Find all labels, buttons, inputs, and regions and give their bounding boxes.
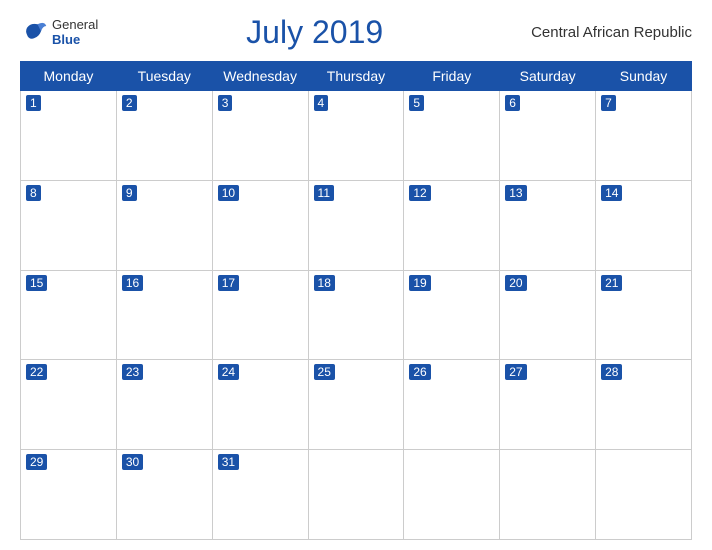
day-number: 25 [314,364,335,380]
calendar-header: General Blue July 2019 Central African R… [20,10,692,55]
calendar-day-cell: 3 [212,91,308,181]
calendar-day-cell: 11 [308,180,404,270]
calendar-title: July 2019 [98,14,531,51]
calendar-day-cell: 31 [212,450,308,540]
calendar-day-cell: 21 [596,270,692,360]
calendar-day-cell: 17 [212,270,308,360]
calendar-day-cell: 7 [596,91,692,181]
weekday-header: Monday [21,62,117,91]
day-number: 20 [505,275,526,291]
day-number: 5 [409,95,424,111]
day-number: 15 [26,275,47,291]
day-number: 18 [314,275,335,291]
calendar-day-cell: 29 [21,450,117,540]
calendar-week-row: 8 9 10 11 12 13 14 [21,180,692,270]
calendar-day-cell: 8 [21,180,117,270]
day-number: 26 [409,364,430,380]
day-number: 21 [601,275,622,291]
calendar-day-cell: 25 [308,360,404,450]
calendar-day-cell [596,450,692,540]
day-number: 24 [218,364,239,380]
day-number: 1 [26,95,41,111]
calendar-day-cell: 15 [21,270,117,360]
calendar-day-cell [404,450,500,540]
weekday-header: Thursday [308,62,404,91]
calendar-day-cell: 5 [404,91,500,181]
calendar-day-cell: 13 [500,180,596,270]
calendar-day-cell [500,450,596,540]
calendar-body: 1234567891011121314151617181920212223242… [21,91,692,540]
logo: General Blue [20,18,98,47]
calendar-day-cell: 27 [500,360,596,450]
day-number: 10 [218,185,239,201]
calendar-day-cell: 18 [308,270,404,360]
calendar-day-cell: 16 [116,270,212,360]
calendar-day-cell: 12 [404,180,500,270]
day-number: 22 [26,364,47,380]
day-number: 4 [314,95,329,111]
calendar-day-cell: 26 [404,360,500,450]
calendar-day-cell: 23 [116,360,212,450]
logo-blue: Blue [52,33,98,47]
day-number: 11 [314,185,334,201]
calendar-day-cell: 30 [116,450,212,540]
weekday-header: Friday [404,62,500,91]
calendar-week-row: 1 2 3 4 5 6 7 [21,91,692,181]
logo-general: General [52,18,98,32]
calendar-day-cell: 14 [596,180,692,270]
calendar-day-cell: 24 [212,360,308,450]
day-number: 23 [122,364,143,380]
weekday-header: Tuesday [116,62,212,91]
weekday-header: Sunday [596,62,692,91]
calendar-day-cell: 2 [116,91,212,181]
calendar-day-cell: 20 [500,270,596,360]
day-number: 29 [26,454,47,470]
day-number: 9 [122,185,137,201]
day-number: 19 [409,275,430,291]
day-number: 28 [601,364,622,380]
calendar-header-row: MondayTuesdayWednesdayThursdayFridaySatu… [21,62,692,91]
day-number: 3 [218,95,233,111]
calendar-day-cell: 1 [21,91,117,181]
day-number: 17 [218,275,239,291]
calendar-day-cell: 28 [596,360,692,450]
logo-bird-icon [20,19,48,47]
calendar-table: MondayTuesdayWednesdayThursdayFridaySatu… [20,61,692,540]
day-number: 14 [601,185,622,201]
day-number: 8 [26,185,41,201]
calendar-subtitle: Central African Republic [531,24,692,41]
calendar-day-cell [308,450,404,540]
day-number: 6 [505,95,520,111]
day-number: 13 [505,185,526,201]
calendar-day-cell: 9 [116,180,212,270]
day-number: 27 [505,364,526,380]
calendar-week-row: 22 23 24 25 26 27 28 [21,360,692,450]
logo-text: General Blue [52,18,98,47]
day-number: 16 [122,275,143,291]
calendar-day-cell: 19 [404,270,500,360]
weekday-header: Wednesday [212,62,308,91]
day-number: 30 [122,454,143,470]
calendar-day-cell: 6 [500,91,596,181]
calendar-day-cell: 22 [21,360,117,450]
day-number: 31 [218,454,239,470]
day-number: 7 [601,95,616,111]
calendar-day-cell: 10 [212,180,308,270]
calendar-week-row: 29 30 31 [21,450,692,540]
calendar-week-row: 15 16 17 18 19 20 21 [21,270,692,360]
calendar-day-cell: 4 [308,91,404,181]
day-number: 12 [409,185,430,201]
weekday-header: Saturday [500,62,596,91]
day-number: 2 [122,95,137,111]
